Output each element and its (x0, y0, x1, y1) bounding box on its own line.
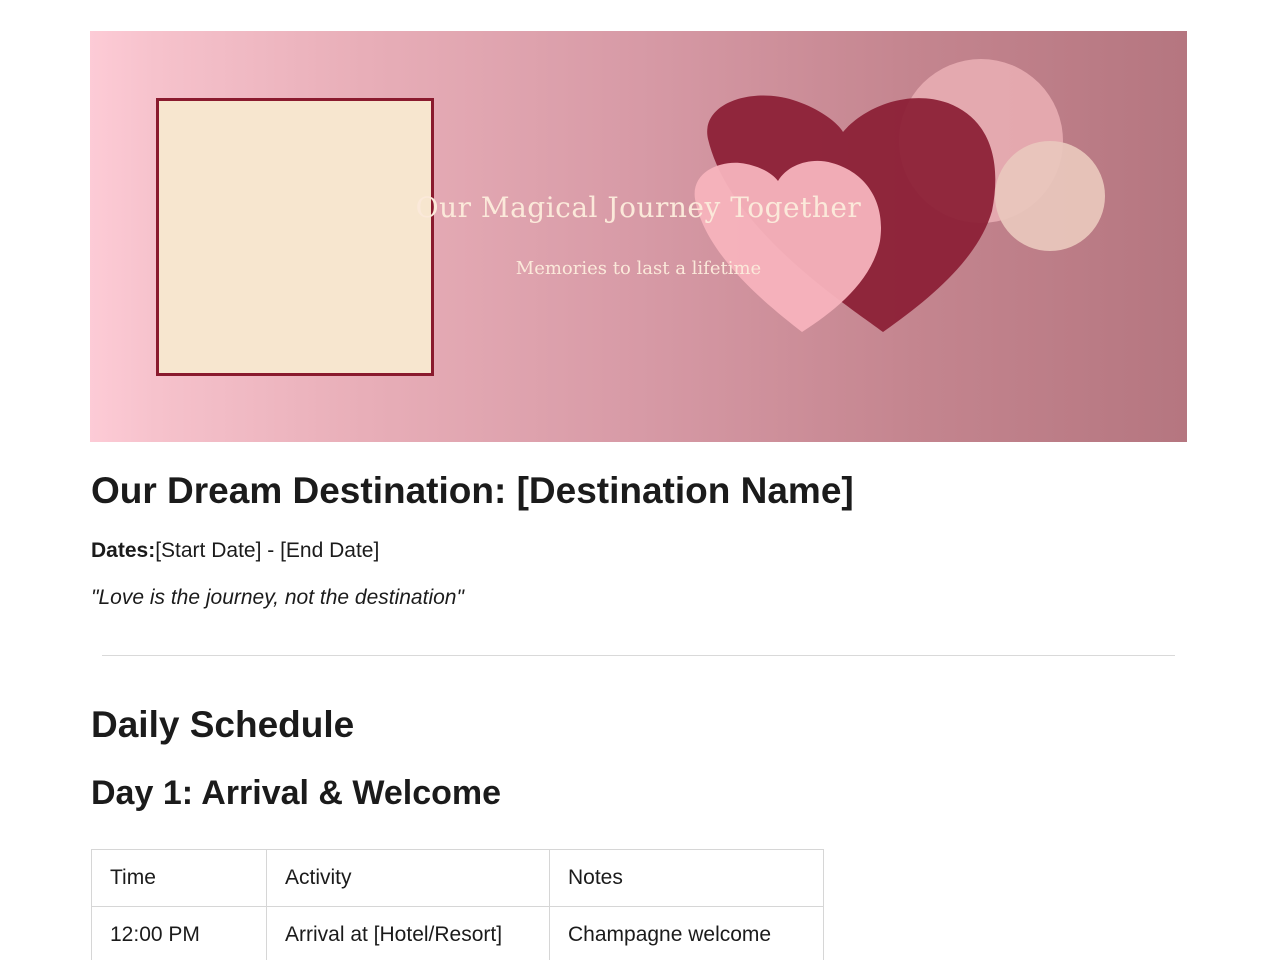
section-heading-daily-schedule[interactable]: Daily Schedule (91, 704, 354, 746)
table-header-row: Time Activity Notes (91, 849, 824, 907)
cover-banner: Our Magical Journey Together Memories to… (90, 31, 1187, 442)
banner-subtitle: Memories to last a lifetime (515, 258, 762, 279)
column-header-notes[interactable]: Notes (549, 849, 824, 907)
horizontal-divider (102, 655, 1175, 656)
page-title[interactable]: Our Dream Destination: [Destination Name… (91, 470, 854, 512)
table-cell-time[interactable]: 12:00 PM (91, 906, 267, 960)
column-header-time[interactable]: Time (91, 849, 267, 907)
table-row: 12:00 PM Arrival at [Hotel/Resort] Champ… (91, 906, 824, 960)
dates-line[interactable]: Dates:[Start Date] - [End Date] (91, 539, 379, 563)
day-heading[interactable]: Day 1: Arrival & Welcome (91, 774, 501, 813)
quote-text[interactable]: "Love is the journey, not the destinatio… (91, 586, 464, 610)
photo-placeholder[interactable] (156, 98, 434, 376)
table-cell-notes[interactable]: Champagne welcome (549, 906, 824, 960)
column-header-activity[interactable]: Activity (266, 849, 550, 907)
banner-title: Our Magical Journey Together (415, 191, 862, 224)
document-page: Our Magical Journey Together Memories to… (0, 0, 1280, 960)
dates-label: Dates: (91, 539, 156, 562)
table-cell-activity[interactable]: Arrival at [Hotel/Resort] (266, 906, 550, 960)
schedule-table[interactable]: Time Activity Notes 12:00 PM Arrival at … (91, 849, 824, 960)
dates-value: [Start Date] - [End Date] (155, 539, 380, 562)
